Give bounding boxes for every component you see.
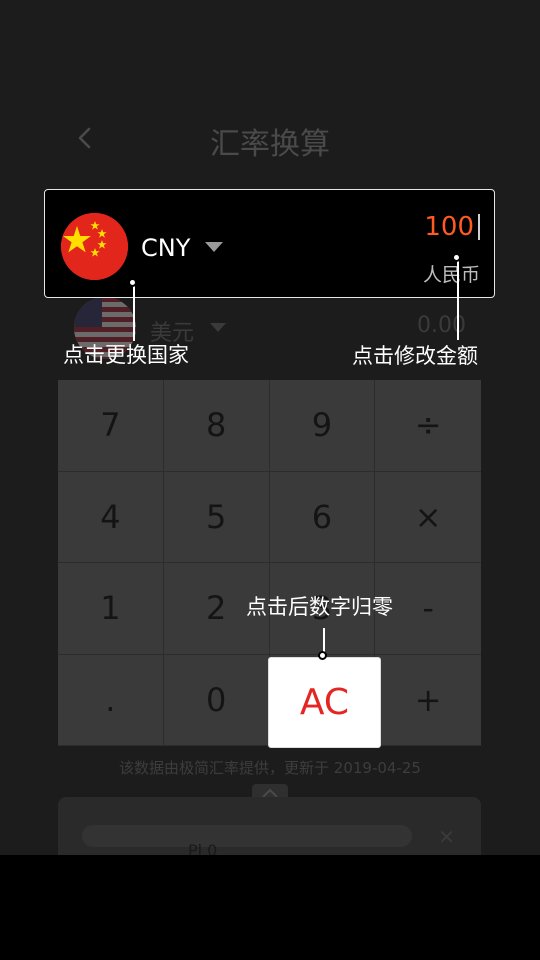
dropdown-arrow-icon <box>210 323 226 332</box>
guide-reset-hint: 点击后数字归零 <box>246 595 393 619</box>
ac-clear-button[interactable]: AC <box>268 657 381 748</box>
guide-edit-amount: 点击修改金额 <box>352 344 478 368</box>
guide-dot-reset <box>318 651 327 660</box>
guide-dot-amount <box>452 253 461 262</box>
guide-change-country: 点击更换国家 <box>63 343 189 367</box>
close-icon[interactable]: ✕ <box>438 825 455 849</box>
key-9[interactable]: 9 <box>269 380 376 472</box>
source-currency-card[interactable]: CNY 100 人民币 <box>44 189 495 298</box>
key-decimal[interactable]: . <box>58 654 164 746</box>
key-4[interactable]: 4 <box>58 471 164 563</box>
key-plus[interactable]: + <box>375 655 481 746</box>
source-currency-name: 人民币 <box>422 264 480 286</box>
key-5[interactable]: 5 <box>163 471 270 563</box>
bottom-sheet: ✕ Pl 0 <box>58 797 481 855</box>
china-flag-icon[interactable] <box>61 213 128 280</box>
guide-line-country <box>133 283 135 341</box>
dropdown-arrow-icon[interactable] <box>205 242 223 252</box>
guide-line-amount <box>457 258 459 340</box>
key-divide[interactable]: ÷ <box>375 380 481 472</box>
key-1[interactable]: 1 <box>58 563 164 655</box>
top-bar: 汇率换算 <box>0 95 540 185</box>
guide-dot-country <box>128 278 137 287</box>
key-7[interactable]: 7 <box>58 380 164 472</box>
key-0[interactable]: 0 <box>163 654 270 746</box>
page-title: 汇率换算 <box>210 127 330 162</box>
data-source-text: 该数据由极简汇率提供，更新于 2019-04-25 <box>119 759 421 777</box>
source-amount-input[interactable]: 100 <box>424 212 474 242</box>
text-cursor <box>478 214 480 240</box>
source-currency-code[interactable]: CNY <box>141 234 190 262</box>
key-multiply[interactable]: × <box>375 472 481 563</box>
key-8[interactable]: 8 <box>163 380 270 472</box>
sheet-label: Pl 0 <box>188 841 218 855</box>
sheet-search-field[interactable] <box>82 825 412 847</box>
key-6[interactable]: 6 <box>269 471 376 563</box>
